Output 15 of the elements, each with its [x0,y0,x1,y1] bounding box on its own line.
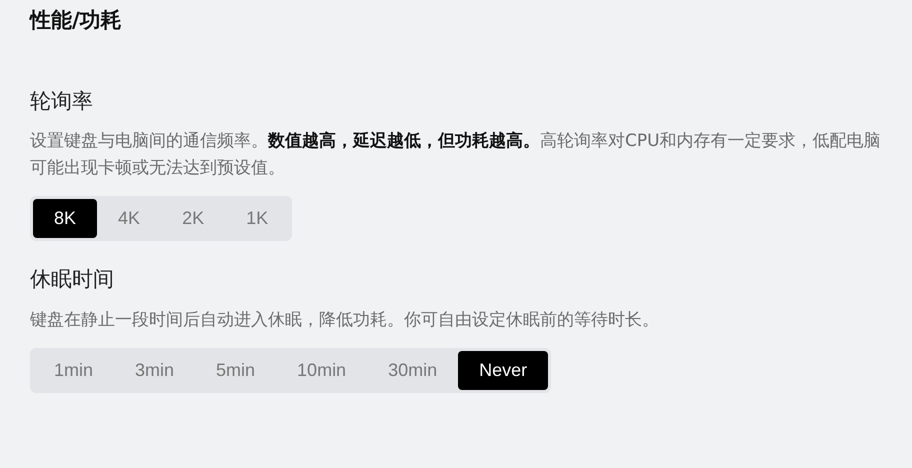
setting-heading: 轮询率 [30,89,94,114]
segment-option[interactable]: Never [458,350,548,390]
setting-heading: 休眠时间 [30,267,115,293]
segment-option[interactable]: 2K [161,199,226,238]
segment-option[interactable]: 30min [367,350,458,390]
section-title: 性能/功耗 [30,8,123,34]
segment-option[interactable]: 8K [33,199,98,238]
segment-option[interactable]: 10min [276,350,368,390]
segment-option[interactable]: 4K [97,199,162,238]
setting-description: 设置键盘与电脑间的通信频率。数值越高，延迟越低，但功耗越高。高轮询率对CPU和内存有一定要求，低配电脑可能出现卡顿或无法达到预设值。 [30,130,882,180]
setting-description: 键盘在静止一段时间后自动进入休眠，降低功耗。你可自由设定休眠前的等待时长。 [30,308,660,332]
segment-option[interactable]: 3min [114,350,196,390]
segment-option[interactable]: 1min [33,350,114,390]
segment-option[interactable]: 5min [195,350,276,390]
segment-option[interactable]: 1K [225,199,290,238]
